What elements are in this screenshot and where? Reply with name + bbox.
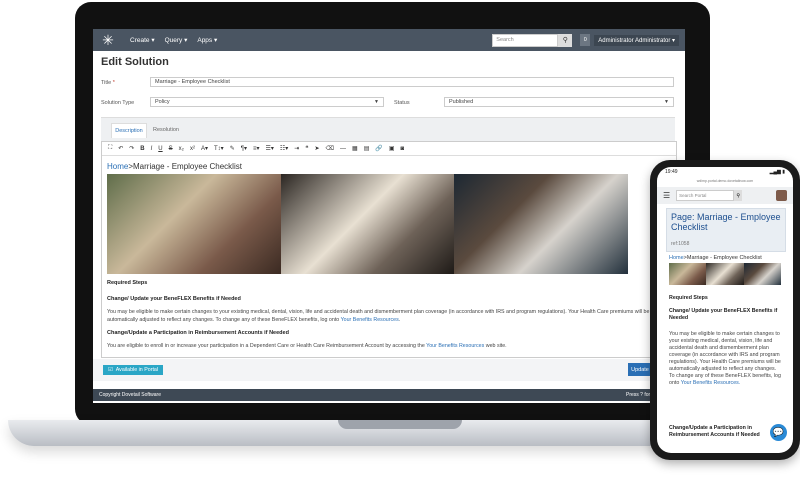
user-menu[interactable]: Administrator Administrator ▾ [594, 34, 679, 46]
benefits-heading: Change/ Update your BeneFLEX Benefits if… [669, 308, 778, 321]
nav-right: Search ⚲ 0 Administrator Administrator ▾ [492, 33, 679, 47]
nav-menu: Create ▾ Query ▾ Apps ▾ [130, 36, 217, 44]
copyright-bar: Copyright Dovetail Software [93, 389, 685, 401]
benefits-resources-link[interactable]: Your Benefits Resources. [681, 380, 741, 386]
reimbursement-heading: Change/Update a Participation in Reimbur… [107, 330, 289, 336]
solution-type-label: Solution Type [101, 100, 135, 106]
paragraph-format-icon[interactable]: ¶▾ [241, 145, 247, 152]
strikethrough-icon[interactable]: S [169, 146, 173, 152]
portal-search-input[interactable]: Search Portal [676, 190, 735, 201]
status-value: Published [449, 99, 474, 105]
notification-badge[interactable]: 0 [580, 34, 591, 46]
tab-description[interactable]: Description [111, 123, 147, 138]
italic-icon[interactable]: I [151, 146, 153, 152]
solution-type-select[interactable]: Policy ▼ [150, 97, 384, 107]
phone-breadcrumb: Home>Marriage - Employee Checklist [669, 255, 762, 261]
editor-toolbar: ⛶ ↶ ↷ B I U S x₂ x² A▾ T↕▾ ✎ ¶▾ ≡▾ ☰▾ ☷▾… [102, 142, 676, 156]
search-icon[interactable]: ⚲ [558, 33, 573, 47]
banner-photo-2 [706, 263, 744, 285]
laptop-screen: ✳ Create ▾ Query ▾ Apps ▾ Search ⚲ 0 Adm… [93, 29, 685, 403]
status-label: Status [394, 100, 410, 106]
checkbox-icon: ☑ [108, 367, 113, 373]
available-in-portal-checkbox[interactable]: ☑ Available in Portal [103, 365, 164, 375]
home-link[interactable]: Home [669, 255, 684, 261]
unordered-list-icon[interactable]: ☷▾ [280, 145, 288, 152]
search-icon[interactable]: ⚲ [734, 190, 743, 201]
fullscreen-icon[interactable]: ⛶ [108, 145, 112, 152]
top-navbar: ✳ Create ▾ Query ▾ Apps ▾ Search ⚲ 0 Adm… [93, 29, 685, 51]
benefits-paragraph: You may be eligible to make certain chan… [107, 309, 650, 323]
tab-bar: Description Resolution [101, 117, 675, 142]
superscript-icon[interactable]: x² [190, 146, 195, 152]
caret-down-icon: ▼ [374, 99, 379, 105]
redo-icon[interactable]: ↷ [129, 145, 134, 152]
font-size-icon[interactable]: T↕▾ [214, 145, 224, 152]
banner-photo-1 [669, 263, 707, 285]
indent-icon[interactable]: ⇥ [294, 145, 299, 152]
reference-id: ref:1058 [671, 241, 690, 247]
wedding-banner-image [107, 174, 629, 274]
banner-photo-3 [743, 263, 781, 285]
table-options-icon[interactable]: ▤ [364, 145, 370, 152]
benefits-heading: Change/ Update your BeneFLEX Benefits if… [107, 296, 241, 302]
title-field[interactable]: Marriage - Employee Checklist [150, 77, 674, 87]
benefits-resources-link-2[interactable]: Your Benefits Resources [426, 343, 484, 349]
status-select[interactable]: Published ▼ [444, 97, 674, 107]
phone-status-bar: 19:49 ▂▄▆ ▮ [665, 169, 785, 175]
rich-text-editor[interactable]: ⛶ ↶ ↷ B I U S x₂ x² A▾ T↕▾ ✎ ¶▾ ≡▾ ☰▾ ☷▾… [101, 141, 677, 358]
required-steps-heading: Required Steps [669, 295, 708, 301]
breadcrumb-title: >Marriage - Employee Checklist [128, 162, 242, 171]
subscript-icon[interactable]: x₂ [179, 146, 184, 152]
search-input[interactable]: Search [492, 33, 559, 47]
reimbursement-paragraph: You are eligible to enroll in or increas… [107, 343, 507, 349]
nav-create[interactable]: Create ▾ [130, 36, 155, 44]
phone-navbar: ☰ Search Portal ⚲ [657, 187, 793, 204]
page-title: Edit Solution [101, 56, 169, 68]
page-title: Page: Marriage - Employee Checklist [671, 212, 781, 232]
nav-apps[interactable]: Apps ▾ [197, 36, 217, 44]
tab-resolution[interactable]: Resolution [151, 123, 181, 137]
caret-down-icon: ▼ [664, 99, 669, 105]
required-steps-heading: Required Steps [107, 280, 148, 286]
font-color-icon[interactable]: A▾ [201, 145, 208, 152]
wedding-banner-image [669, 263, 781, 285]
benefits-resources-link[interactable]: Your Benefits Resources [341, 317, 399, 323]
solution-type-value: Policy [155, 99, 170, 105]
quote-icon[interactable]: ❝ [305, 145, 308, 152]
hamburger-menu-icon[interactable]: ☰ [663, 191, 670, 200]
banner-photo-3 [454, 174, 629, 274]
app-logo-icon[interactable]: ✳ [98, 30, 118, 50]
banner-photo-2 [280, 174, 455, 274]
phone-url-bar[interactable]: wdimp.portal.demo.dovetailnow.com [687, 179, 763, 185]
paint-icon[interactable]: ✎ [230, 145, 235, 152]
editor-breadcrumb: Home>Marriage - Employee Checklist [107, 162, 242, 171]
undo-icon[interactable]: ↶ [118, 145, 123, 152]
ordered-list-icon[interactable]: ☰▾ [265, 145, 273, 152]
table-icon[interactable]: ▦ [352, 145, 358, 152]
link-icon[interactable]: 🔗 [375, 145, 382, 152]
home-link[interactable]: Home [107, 162, 128, 171]
avatar[interactable] [776, 190, 787, 201]
align-icon[interactable]: ≡▾ [253, 145, 260, 152]
image-icon[interactable]: ▣ [389, 145, 395, 152]
phone-screen: 19:49 ▂▄▆ ▮ wdimp.portal.demo.dovetailnow… [657, 167, 793, 453]
horizontal-rule-icon[interactable]: — [340, 146, 346, 152]
reimbursement-heading: Change/Update a Participation in Reimbur… [669, 425, 760, 438]
chat-icon[interactable]: 💬 [770, 424, 787, 441]
update-button[interactable]: Update [628, 363, 652, 376]
bold-icon[interactable]: B [140, 146, 144, 152]
laptop-notch [338, 420, 462, 429]
page-header-card: Page: Marriage - Employee Checklist ref:… [666, 208, 786, 252]
camera-icon[interactable]: ◙ [401, 146, 405, 152]
nav-query[interactable]: Query ▾ [165, 36, 188, 44]
banner-photo-1 [107, 174, 281, 274]
title-label: Title * [101, 80, 115, 86]
cursor-icon[interactable]: ➤ [315, 145, 320, 152]
benefits-paragraph: You may be eligible to make certain chan… [669, 331, 781, 386]
form-footer [93, 359, 685, 381]
signal-battery-icon: ▂▄▆ ▮ [769, 169, 785, 175]
eraser-icon[interactable]: ⌫ [326, 145, 334, 152]
underline-icon[interactable]: U [158, 146, 162, 152]
